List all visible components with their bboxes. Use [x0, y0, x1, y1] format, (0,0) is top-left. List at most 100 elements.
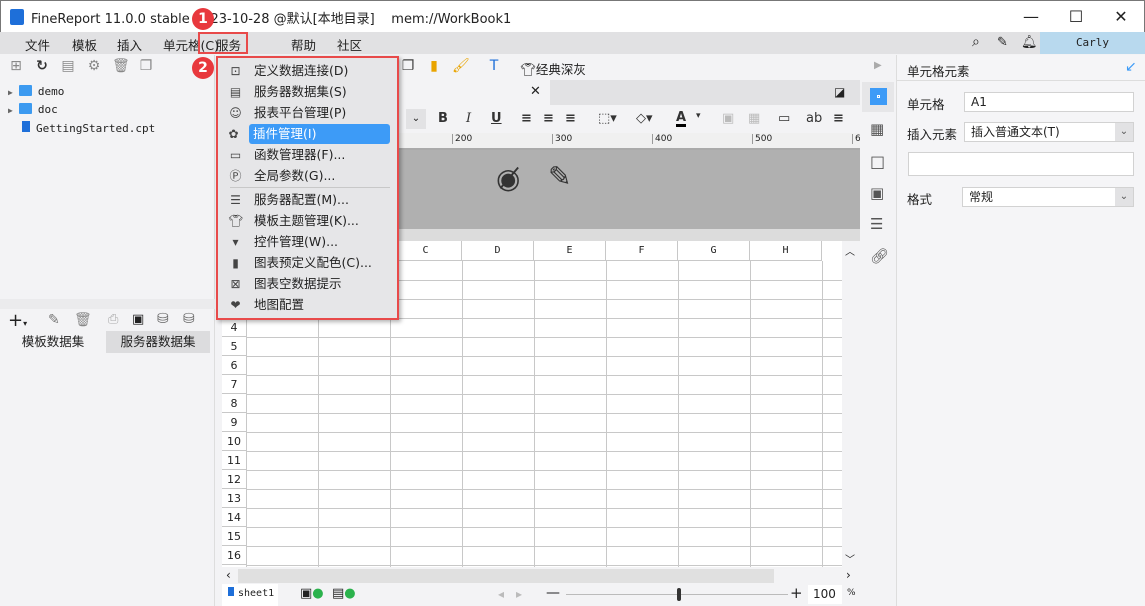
menu-item[interactable]: ☺ 报表平台管理(P)	[224, 103, 390, 123]
collapse-panel-icon[interactable]: ▶	[874, 60, 882, 71]
format-painter-icon[interactable]: 🖌︎	[452, 58, 470, 74]
tree-item-gettingstarted[interactable]: GettingStarted.cpt	[22, 121, 155, 135]
tab-menu-icon[interactable]: ◪	[834, 85, 845, 99]
menu-insert[interactable]: 插入	[117, 35, 142, 54]
menu-item[interactable]: ▾ 控件管理(W)...	[224, 232, 390, 252]
align-left-icon[interactable]: ≡	[521, 111, 532, 126]
zoom-slider-thumb[interactable]	[677, 588, 681, 601]
hyperlink-icon[interactable]: 🔗︎	[870, 247, 889, 265]
menu-item[interactable]: ⊠ 图表空数据提示	[224, 274, 390, 294]
database-play-icon[interactable]: ⛁	[157, 311, 169, 327]
minimize-button[interactable]: —	[1011, 5, 1051, 29]
font-color-icon[interactable]: A	[676, 111, 687, 127]
tree-item-doc[interactable]: ▶ doc	[8, 103, 58, 116]
panel-splitter[interactable]	[0, 299, 215, 309]
italic-icon[interactable]: I	[466, 111, 471, 126]
row-header[interactable]: 16	[222, 546, 246, 565]
tab-server-dataset[interactable]: 服务器数据集	[106, 331, 210, 353]
row-header[interactable]: 11	[222, 451, 246, 470]
scroll-left-icon[interactable]: ‹	[226, 568, 231, 582]
scroll-up-icon[interactable]: ︿	[845, 243, 855, 258]
close-button[interactable]: ✕	[1101, 5, 1141, 29]
row-header[interactable]: 13	[222, 489, 246, 508]
pencil-icon[interactable]: ✎	[548, 160, 571, 193]
underline-icon[interactable]: U	[491, 111, 502, 126]
menu-item[interactable]: ✿ 插件管理(I)	[228, 124, 390, 144]
widget-settings-icon[interactable]: ▣	[870, 184, 884, 202]
column-header[interactable]: D	[462, 241, 534, 261]
database-remove-icon[interactable]: ⛁	[183, 311, 195, 327]
menu-item[interactable]: ▭ 函数管理器(F)...	[224, 145, 390, 165]
row-header[interactable]: 5	[222, 337, 246, 356]
fill-color-icon[interactable]: ◇▾	[636, 111, 653, 126]
border-style-icon[interactable]: □	[870, 152, 885, 171]
row-header[interactable]: 6	[222, 356, 246, 375]
add-dataset-icon[interactable]: +▾	[8, 310, 27, 331]
copy-icon[interactable]: ❐	[138, 58, 154, 74]
menu-item[interactable]: ⊡ 定义数据连接(D)	[224, 61, 390, 81]
close-tab-icon[interactable]: ✕	[530, 84, 541, 99]
text-field-icon[interactable]: ▭	[778, 111, 790, 126]
column-header[interactable]: H	[750, 241, 822, 261]
merge-cells-icon[interactable]: ▣	[722, 111, 734, 126]
row-header[interactable]: 9	[222, 413, 246, 432]
tab-template-dataset[interactable]: 模板数据集	[0, 331, 106, 353]
menu-item[interactable]: ▤ 服务器数据集(S)	[224, 82, 390, 102]
cell-input[interactable]: A1	[964, 92, 1134, 112]
wrap-text-icon[interactable]: ab	[806, 111, 822, 126]
expand-icon[interactable]: ▶	[8, 88, 13, 97]
unmerge-cells-icon[interactable]: ▦	[748, 111, 760, 126]
more-align-icon[interactable]: ≡	[833, 111, 844, 126]
eye-slash-icon[interactable]: ◉̸	[496, 162, 520, 195]
new-folder-icon[interactable]: ⊞	[8, 58, 24, 74]
scroll-down-icon[interactable]: ﹀	[845, 551, 855, 566]
column-header[interactable]: F	[606, 241, 678, 261]
font-color-dropdown-icon[interactable]: ▾	[696, 111, 701, 121]
chevron-down-icon[interactable]: ⌄	[1115, 188, 1133, 206]
vertical-scrollbar[interactable]: ︿ ﹀	[842, 241, 858, 567]
open-icon[interactable]: ▤	[60, 58, 76, 74]
menu-community[interactable]: 社区	[337, 35, 362, 54]
menu-template[interactable]: 模板	[72, 35, 97, 54]
chevron-down-icon[interactable]: ⌄	[1115, 123, 1133, 141]
align-right-icon[interactable]: ≡	[565, 111, 576, 126]
condition-attribute-icon[interactable]: ☰	[870, 215, 883, 233]
expand-icon[interactable]: ▶	[8, 106, 13, 115]
edit-icon[interactable]: ✎	[48, 312, 60, 328]
menu-help[interactable]: 帮助	[291, 35, 316, 54]
scroll-right-icon[interactable]: ›	[846, 568, 851, 582]
align-center-icon[interactable]: ≡	[543, 111, 554, 126]
notes-icon[interactable]: ✎	[997, 35, 1008, 50]
column-header[interactable]: G	[678, 241, 750, 261]
bell-icon[interactable]: 🔔︎	[1021, 35, 1038, 50]
zoom-in-button[interactable]: +	[790, 584, 803, 602]
sheet-tab[interactable]: sheet1	[222, 584, 278, 606]
row-header[interactable]: 14	[222, 508, 246, 527]
menu-item[interactable]: ▮ 图表预定义配色(C)...	[224, 253, 390, 273]
row-header[interactable]: 4	[222, 318, 246, 337]
search-icon[interactable]: ⌕	[972, 34, 980, 50]
menu-item[interactable]: ☰ 服务器配置(M)...	[224, 190, 390, 210]
text-search-icon[interactable]: T	[486, 58, 502, 74]
format-select[interactable]: 常规 ⌄	[962, 187, 1134, 207]
row-header[interactable]: 10	[222, 432, 246, 451]
column-header[interactable]: C	[390, 241, 462, 261]
border-icon[interactable]: ⬚▾	[598, 111, 617, 126]
paste-icon[interactable]: ❐	[400, 58, 416, 74]
font-size-dropdown[interactable]: ⌄	[406, 109, 426, 129]
menu-item[interactable]: 👕︎ 模板主题管理(K)...	[224, 211, 390, 231]
row-header[interactable]: 7	[222, 375, 246, 394]
preview-icon[interactable]: ⎙	[108, 312, 118, 327]
menu-server[interactable]: 服务器	[198, 32, 248, 72]
zoom-out-button[interactable]: —	[546, 585, 560, 601]
row-header[interactable]: 12	[222, 470, 246, 489]
delete-dataset-icon[interactable]: 🗑︎	[74, 312, 92, 328]
column-header[interactable]: E	[534, 241, 606, 261]
user-account[interactable]: Carly	[1040, 32, 1145, 54]
row-header[interactable]: 8	[222, 394, 246, 413]
menu-item[interactable]: ❤ 地图配置	[224, 295, 390, 315]
cell-content-input[interactable]	[908, 152, 1134, 176]
bold-icon[interactable]: B	[438, 111, 448, 126]
cell-element-tab[interactable]	[862, 82, 894, 112]
cell-attribute-icon[interactable]: ▦	[870, 120, 884, 138]
